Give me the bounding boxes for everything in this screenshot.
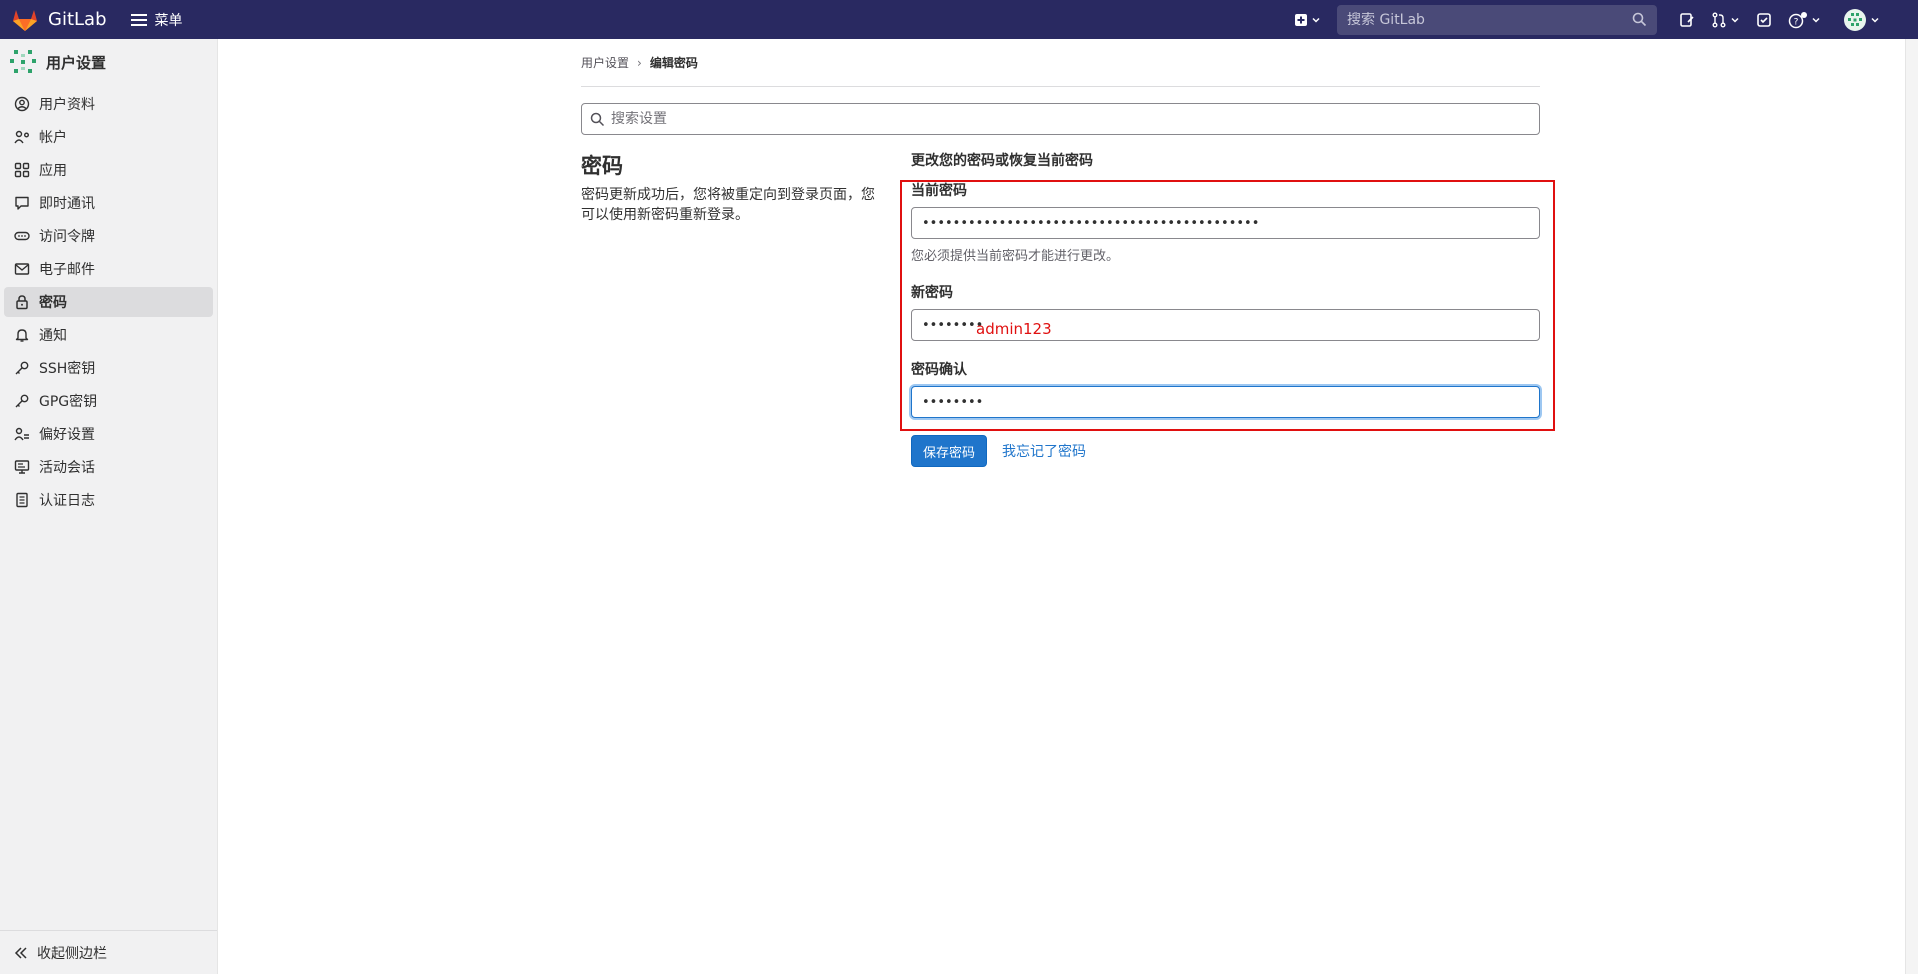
sidebar-item-label: 电子邮件 — [39, 262, 95, 278]
new-password-label: 新密码 — [911, 285, 953, 301]
collapse-sidebar-button[interactable]: 收起侧边栏 — [0, 930, 217, 974]
sidebar-item-label: 通知 — [39, 328, 67, 344]
chevron-down-icon — [1871, 17, 1879, 23]
gitlab-home-link[interactable]: GitLab — [12, 8, 107, 32]
plus-square-icon — [1295, 13, 1307, 26]
hamburger-icon — [130, 13, 147, 26]
log-icon — [16, 492, 28, 508]
settings-search-input[interactable] — [611, 111, 1511, 127]
search-icon — [590, 112, 605, 126]
sidebar-item-notifications[interactable]: 通知 — [4, 320, 213, 350]
confirm-password-field[interactable] — [911, 386, 1540, 418]
sidebar-item-gpg-keys[interactable]: GPG密钥 — [4, 386, 213, 416]
gitlab-logo-icon — [13, 9, 37, 31]
annotation-text: admin123 — [976, 320, 1052, 338]
new-item-dropdown[interactable] — [1286, 0, 1329, 39]
breadcrumb-separator: › — [637, 55, 642, 70]
sidebar-item-access-tokens[interactable]: 访问令牌 — [4, 221, 213, 251]
avatar — [10, 50, 36, 73]
key-icon — [15, 361, 29, 375]
bell-icon — [15, 329, 29, 342]
help-dropdown[interactable]: ? — [1780, 0, 1829, 39]
sidebar-item-label: 应用 — [39, 163, 67, 179]
search-icon — [1632, 12, 1647, 27]
help-icon: ? — [1788, 11, 1807, 28]
lock-icon — [16, 295, 28, 310]
merge-request-icon — [1712, 12, 1726, 27]
sidebar-item-password[interactable]: 密码 — [4, 287, 213, 317]
account-icon — [14, 130, 29, 144]
token-icon — [14, 231, 30, 241]
section-description: 密码更新成功后，您将被重定向到登录页面，您可以使用新密码重新登录。 — [581, 187, 875, 223]
chevron-down-icon — [1812, 17, 1820, 23]
settings-search[interactable] — [581, 103, 1540, 135]
page-scrollbar[interactable] — [1905, 39, 1918, 974]
sidebar-item-emails[interactable]: 电子邮件 — [4, 254, 213, 284]
current-password-label: 当前密码 — [911, 183, 967, 199]
double-chevron-left-icon — [14, 946, 27, 959]
sidebar-item-label: 密码 — [39, 295, 67, 311]
breadcrumb: 用户设置 › 编辑密码 — [581, 54, 698, 71]
sidebar-item-profile[interactable]: 用户资料 — [4, 89, 213, 119]
sidebar-item-account[interactable]: 帐户 — [4, 122, 213, 152]
chevron-down-icon — [1731, 17, 1739, 23]
sidebar-item-label: 认证日志 — [39, 493, 95, 509]
form-heading: 更改您的密码或恢复当前密码 — [911, 153, 1093, 169]
breadcrumb-current: 编辑密码 — [649, 56, 698, 70]
avatar — [1844, 8, 1866, 31]
merge-requests-dropdown[interactable] — [1703, 0, 1748, 39]
sidebar-item-chat[interactable]: 即时通讯 — [4, 188, 213, 218]
settings-sidebar: 用户设置 用户资料 帐户 应用 即时通讯 访问令牌 电子邮件 密码 通知 SSH… — [0, 39, 218, 974]
preferences-icon — [14, 427, 29, 441]
sidebar-header[interactable]: 用户设置 — [0, 39, 217, 85]
sidebar-item-applications[interactable]: 应用 — [4, 155, 213, 185]
sidebar-item-ssh-keys[interactable]: SSH密钥 — [4, 353, 213, 383]
sidebar-item-label: SSH密钥 — [39, 361, 96, 377]
page-title: 密码 — [581, 154, 623, 178]
sidebar-item-label: 帐户 — [39, 130, 67, 146]
issues-button[interactable] — [1671, 0, 1703, 39]
forgot-password-link[interactable]: 我忘记了密码 — [1002, 441, 1086, 461]
user-menu-dropdown[interactable] — [1835, 0, 1888, 39]
top-navbar: GitLab 菜单 ? — [0, 0, 1918, 39]
current-password-help: 您必须提供当前密码才能进行更改。 — [911, 249, 1120, 264]
sidebar-item-label: 偏好设置 — [39, 427, 95, 443]
save-password-button[interactable]: 保存密码 — [911, 435, 988, 467]
sidebar-item-label: 即时通讯 — [39, 196, 95, 212]
key-icon — [15, 394, 29, 408]
menu-label: 菜单 — [154, 12, 183, 29]
applications-icon — [14, 162, 30, 178]
confirm-password-label: 密码确认 — [911, 362, 967, 378]
menu-button[interactable]: 菜单 — [130, 10, 183, 30]
brand-name: GitLab — [48, 9, 107, 30]
issues-icon — [1680, 12, 1694, 27]
sidebar-item-label: 访问令牌 — [39, 229, 95, 245]
breadcrumb-parent-link[interactable]: 用户设置 — [581, 54, 629, 71]
sidebar-item-label: 活动会话 — [39, 460, 95, 476]
sidebar-item-auth-log[interactable]: 认证日志 — [4, 485, 213, 515]
sidebar-item-preferences[interactable]: 偏好设置 — [4, 419, 213, 449]
svg-text:?: ? — [1794, 17, 1799, 27]
monitor-icon — [14, 460, 30, 474]
header-divider — [581, 86, 1540, 87]
mail-icon — [14, 263, 30, 275]
chat-icon — [15, 196, 29, 210]
collapse-sidebar-label: 收起侧边栏 — [37, 945, 107, 962]
global-search-input[interactable] — [1347, 11, 1607, 28]
todo-checkbox-icon — [1757, 12, 1771, 27]
sidebar-item-label: GPG密钥 — [39, 394, 98, 410]
sidebar-item-active-sessions[interactable]: 活动会话 — [4, 452, 213, 482]
sidebar-title: 用户设置 — [46, 53, 107, 72]
sidebar-item-label: 用户资料 — [39, 97, 95, 113]
sidebar-nav: 用户资料 帐户 应用 即时通讯 访问令牌 电子邮件 密码 通知 SSH密钥 GP… — [0, 89, 217, 515]
global-search[interactable] — [1337, 4, 1657, 35]
chevron-down-icon — [1312, 17, 1320, 23]
current-password-field[interactable] — [911, 207, 1540, 239]
todos-button[interactable] — [1748, 0, 1780, 39]
profile-icon — [14, 96, 30, 112]
